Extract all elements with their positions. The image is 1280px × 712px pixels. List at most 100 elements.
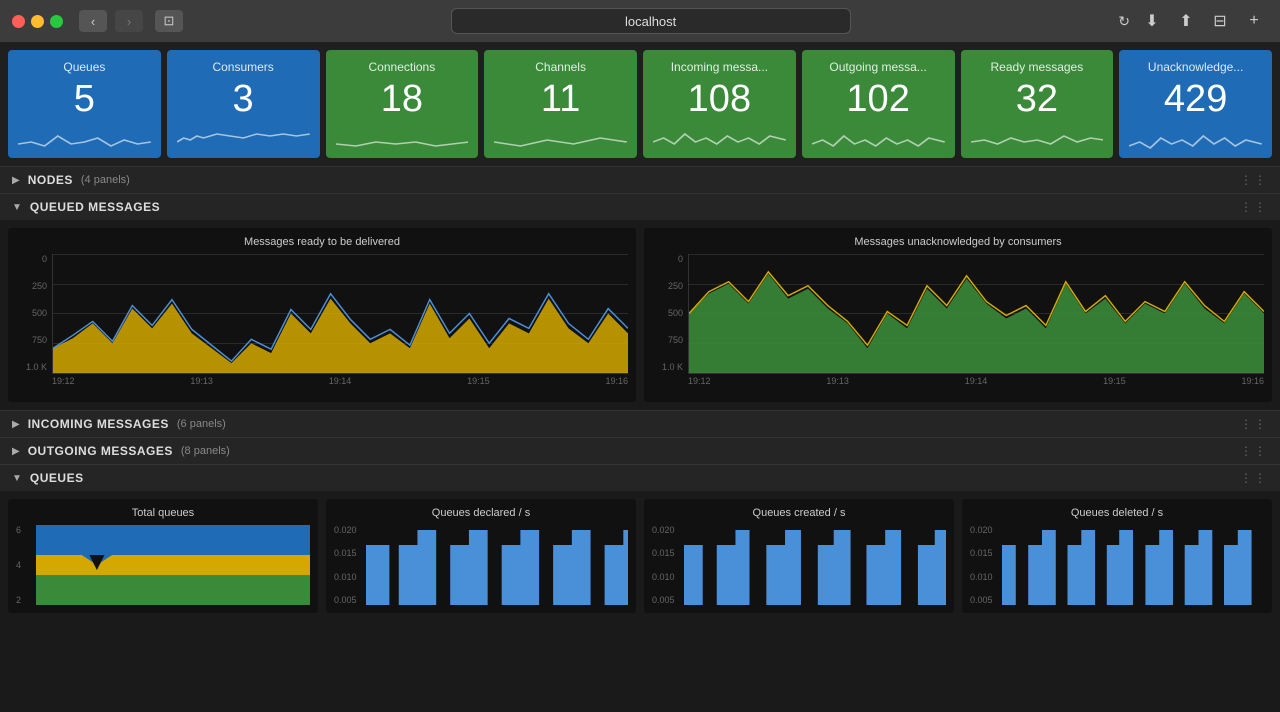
chart-queues-declared: Queues declared / s 0.020 0.015 0.010 0.… (326, 499, 636, 613)
minimize-button[interactable] (31, 15, 44, 28)
refresh-button[interactable]: ↻ (1118, 13, 1130, 30)
ready-sparkline (971, 124, 1104, 152)
queues-label: Queues (18, 60, 151, 74)
chart-unack-grid (688, 254, 1264, 374)
chart-ready-title: Messages ready to be delivered (16, 236, 628, 248)
chart-messages-unack: Messages unacknowledged by consumers 1.0… (644, 228, 1272, 402)
forward-button[interactable]: › (115, 10, 143, 32)
queues-sparkline (18, 124, 151, 152)
chart-unack-svg (689, 254, 1264, 373)
outgoing-label: Outgoing messa... (812, 60, 945, 74)
incoming-chevron-icon: ▶ (12, 419, 20, 430)
chart-queues-deleted: Queues deleted / s 0.020 0.015 0.010 0.0… (962, 499, 1272, 613)
ready-value: 32 (971, 78, 1104, 120)
queued-chevron-icon: ▼ (12, 202, 22, 213)
stat-card-outgoing[interactable]: Outgoing messa... 102 (802, 50, 955, 158)
queued-dots: ⋮⋮ (1240, 200, 1268, 214)
consumers-sparkline (177, 124, 310, 152)
total-queues-area: 6 4 2 (16, 525, 310, 605)
nodes-chevron-icon: ▶ (12, 175, 20, 186)
stat-card-consumers[interactable]: Consumers 3 (167, 50, 320, 158)
queues-created-title: Queues created / s (652, 507, 946, 519)
connections-label: Connections (336, 60, 469, 74)
queues-title: QUEUES (30, 471, 84, 485)
chart-ready-area: 1.0 K 750 500 250 0 (16, 254, 628, 394)
unack-value: 429 (1129, 78, 1262, 120)
incoming-subtitle: (6 panels) (177, 418, 226, 430)
chrome-actions: ⬇ ⬆ ⊟ + (1138, 10, 1268, 32)
nodes-section-header[interactable]: ▶ NODES (4 panels) ⋮⋮ (0, 166, 1280, 193)
browser-chrome: ‹ › ⊡ localhost ↻ ⬇ ⬆ ⊟ + (0, 0, 1280, 42)
queued-title: QUEUED MESSAGES (30, 200, 160, 214)
total-queues-title: Total queues (16, 507, 310, 519)
channels-sparkline (494, 124, 627, 152)
queues-created-svg (684, 525, 946, 605)
chart-ready-svg (53, 254, 628, 373)
incoming-label: Incoming messa... (653, 60, 786, 74)
incoming-value: 108 (653, 78, 786, 120)
incoming-dots: ⋮⋮ (1240, 417, 1268, 431)
stat-cards-row: Queues 5 Consumers 3 Connections 18 Chan… (0, 42, 1280, 166)
chart-unack-xaxis: 19:12 19:13 19:14 19:15 19:16 (688, 376, 1264, 394)
nodes-title: NODES (28, 173, 73, 187)
stat-card-incoming[interactable]: Incoming messa... 108 (643, 50, 796, 158)
download-button[interactable]: ⬇ (1138, 10, 1166, 32)
queues-created-area: 0.020 0.015 0.010 0.005 (652, 525, 946, 605)
consumers-label: Consumers (177, 60, 310, 74)
chart-ready-xaxis: 19:12 19:13 19:14 19:15 19:16 (52, 376, 628, 394)
nodes-dots: ⋮⋮ (1240, 173, 1268, 187)
nodes-subtitle: (4 panels) (81, 174, 130, 186)
stat-card-unack[interactable]: Unacknowledge... 429 (1119, 50, 1272, 158)
queues-section-header[interactable]: ▼ QUEUES ⋮⋮ (0, 464, 1280, 491)
queues-deleted-title: Queues deleted / s (970, 507, 1264, 519)
outgoing-dots: ⋮⋮ (1240, 444, 1268, 458)
new-tab-button[interactable]: + (1240, 10, 1268, 32)
queued-section-header[interactable]: ▼ QUEUED MESSAGES ⋮⋮ (0, 193, 1280, 220)
queues-declared-svg (366, 525, 628, 605)
outgoing-value: 102 (812, 78, 945, 120)
queues-dots: ⋮⋮ (1240, 471, 1268, 485)
total-queues-svg (36, 525, 310, 605)
incoming-title: INCOMING MESSAGES (28, 417, 169, 431)
traffic-lights (12, 15, 63, 28)
chart-unack-yaxis: 1.0 K 750 500 250 0 (652, 254, 687, 374)
queued-charts-row: Messages ready to be delivered 1.0 K 750… (0, 220, 1280, 410)
queues-value: 5 (18, 78, 151, 120)
queues-deleted-svg (1002, 525, 1264, 605)
dashboard: Queues 5 Consumers 3 Connections 18 Chan… (0, 42, 1280, 621)
incoming-sparkline (653, 124, 786, 152)
connections-value: 18 (336, 78, 469, 120)
address-bar[interactable]: localhost (451, 8, 851, 34)
queues-chevron-icon: ▼ (12, 473, 22, 484)
stat-card-ready[interactable]: Ready messages 32 (961, 50, 1114, 158)
share-button[interactable]: ⬆ (1172, 10, 1200, 32)
url-text: localhost (625, 14, 676, 29)
stat-card-queues[interactable]: Queues 5 (8, 50, 161, 158)
outgoing-sparkline (812, 124, 945, 152)
outgoing-section-header[interactable]: ▶ OUTGOING MESSAGES (8 panels) ⋮⋮ (0, 437, 1280, 464)
consumers-value: 3 (177, 78, 310, 120)
channels-value: 11 (494, 78, 627, 120)
chart-messages-ready: Messages ready to be delivered 1.0 K 750… (8, 228, 636, 402)
queues-declared-area: 0.020 0.015 0.010 0.005 (334, 525, 628, 605)
sidebar-toggle-button[interactable]: ⊟ (1206, 10, 1234, 32)
queues-declared-title: Queues declared / s (334, 507, 628, 519)
queues-charts-row: Total queues 6 4 2 (0, 491, 1280, 621)
layout-button[interactable]: ⊡ (155, 10, 183, 32)
outgoing-subtitle: (8 panels) (181, 445, 230, 457)
connections-sparkline (336, 124, 469, 152)
stat-card-channels[interactable]: Channels 11 (484, 50, 637, 158)
close-button[interactable] (12, 15, 25, 28)
unack-label: Unacknowledge... (1129, 60, 1262, 74)
ready-label: Ready messages (971, 60, 1104, 74)
back-button[interactable]: ‹ (79, 10, 107, 32)
channels-label: Channels (494, 60, 627, 74)
queues-deleted-area: 0.020 0.015 0.010 0.005 (970, 525, 1264, 605)
stat-card-connections[interactable]: Connections 18 (326, 50, 479, 158)
outgoing-chevron-icon: ▶ (12, 446, 20, 457)
chart-ready-grid (52, 254, 628, 374)
chart-queues-created: Queues created / s 0.020 0.015 0.010 0.0… (644, 499, 954, 613)
maximize-button[interactable] (50, 15, 63, 28)
chart-unack-area: 1.0 K 750 500 250 0 (652, 254, 1264, 394)
incoming-section-header[interactable]: ▶ INCOMING MESSAGES (6 panels) ⋮⋮ (0, 410, 1280, 437)
